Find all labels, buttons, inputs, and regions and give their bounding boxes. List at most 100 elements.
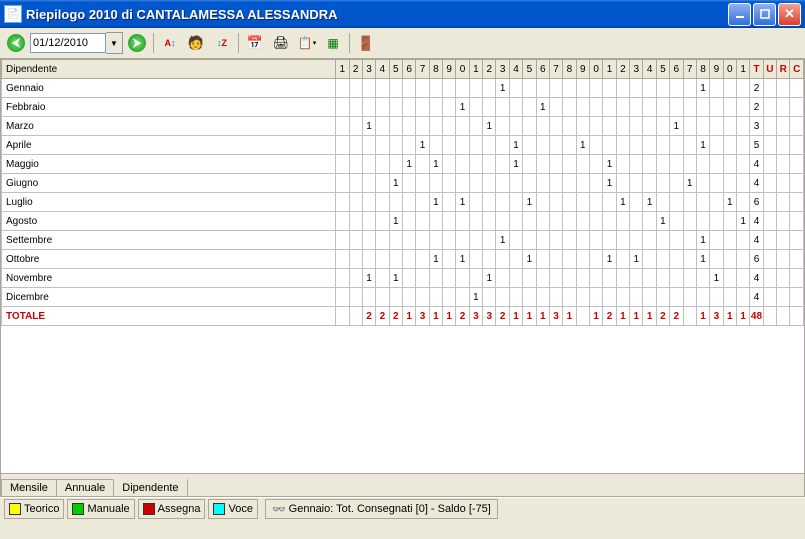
- maximize-button[interactable]: [753, 3, 776, 26]
- grid-scroll[interactable]: Dipendente123456789012345678901234567890…: [1, 59, 804, 474]
- cell-day: [523, 212, 536, 231]
- row-agosto[interactable]: Agosto1114: [2, 212, 804, 231]
- row-aprile[interactable]: Aprile11115: [2, 136, 804, 155]
- col-day[interactable]: 0: [723, 60, 736, 79]
- exit-button[interactable]: 🚪: [354, 31, 378, 55]
- row-giugno[interactable]: Giugno1114: [2, 174, 804, 193]
- col-day[interactable]: 1: [469, 60, 482, 79]
- col-day[interactable]: 0: [456, 60, 469, 79]
- cell-day: [589, 174, 602, 193]
- date-dropdown-button[interactable]: ▼: [106, 32, 123, 54]
- col-day[interactable]: 2: [616, 60, 629, 79]
- col-day[interactable]: 4: [376, 60, 389, 79]
- cell-day: 1: [469, 288, 482, 307]
- col-day[interactable]: 8: [429, 60, 442, 79]
- col-day[interactable]: 7: [683, 60, 696, 79]
- row-dicembre[interactable]: Dicembre14: [2, 288, 804, 307]
- cell-day: [376, 212, 389, 231]
- col-day[interactable]: 6: [536, 60, 549, 79]
- square-red-icon: [143, 503, 155, 515]
- col-day[interactable]: 1: [336, 60, 349, 79]
- row-febbraio[interactable]: Febbraio112: [2, 98, 804, 117]
- user-button[interactable]: 🧑: [184, 31, 208, 55]
- col-day[interactable]: 4: [643, 60, 656, 79]
- cell-day: [496, 288, 509, 307]
- col-C[interactable]: C: [790, 60, 804, 79]
- cell-day: [616, 212, 629, 231]
- minimize-button[interactable]: [728, 3, 751, 26]
- col-day[interactable]: 5: [523, 60, 536, 79]
- row-ottobre[interactable]: Ottobre1111116: [2, 250, 804, 269]
- col-day[interactable]: 2: [483, 60, 496, 79]
- print-button[interactable]: 🖨: [269, 31, 293, 55]
- cell-C: [790, 193, 804, 212]
- row-totale[interactable]: TOTALE22213112332111311211122131148: [2, 307, 804, 326]
- col-U[interactable]: U: [763, 60, 776, 79]
- col-dipendente[interactable]: Dipendente: [2, 60, 336, 79]
- col-day[interactable]: 9: [576, 60, 589, 79]
- col-day[interactable]: 3: [362, 60, 375, 79]
- row-novembre[interactable]: Novembre11114: [2, 269, 804, 288]
- col-day[interactable]: 8: [563, 60, 576, 79]
- col-day[interactable]: 4: [509, 60, 522, 79]
- date-picker[interactable]: ▼: [30, 32, 123, 54]
- col-R[interactable]: R: [777, 60, 790, 79]
- cell-day: [723, 212, 736, 231]
- col-day[interactable]: 1: [736, 60, 749, 79]
- cell-day: [589, 98, 602, 117]
- row-settembre[interactable]: Settembre114: [2, 231, 804, 250]
- col-day[interactable]: 3: [630, 60, 643, 79]
- col-day[interactable]: 5: [389, 60, 402, 79]
- cell-day: 1: [603, 174, 616, 193]
- cell-day: [710, 136, 723, 155]
- cell-day: [576, 231, 589, 250]
- nav-forward-button[interactable]: ⮞: [125, 31, 149, 55]
- col-day[interactable]: 8: [696, 60, 709, 79]
- cell-day: [349, 231, 362, 250]
- cell-day: [523, 79, 536, 98]
- sort-az-button[interactable]: A↕: [158, 31, 182, 55]
- cell-day: [643, 174, 656, 193]
- sort-za-button[interactable]: ↕Z: [210, 31, 234, 55]
- col-day[interactable]: 7: [416, 60, 429, 79]
- col-day[interactable]: 1: [603, 60, 616, 79]
- cell-C: [790, 79, 804, 98]
- cell-day: [402, 250, 415, 269]
- col-day[interactable]: 0: [589, 60, 602, 79]
- row-maggio[interactable]: Maggio11114: [2, 155, 804, 174]
- row-luglio[interactable]: Luglio1111116: [2, 193, 804, 212]
- tab-annuale[interactable]: Annuale: [56, 479, 114, 497]
- cell-day: [402, 212, 415, 231]
- cell-day: 1: [603, 250, 616, 269]
- row-marzo[interactable]: Marzo1113: [2, 117, 804, 136]
- row-gennaio[interactable]: Gennaio112: [2, 79, 804, 98]
- excel-export-button[interactable]: ▦: [321, 31, 345, 55]
- calendar-button[interactable]: 📅: [243, 31, 267, 55]
- cell-day: [723, 136, 736, 155]
- cell-day: [630, 288, 643, 307]
- cell-day: 1: [523, 250, 536, 269]
- col-day[interactable]: 7: [549, 60, 562, 79]
- cell-day: [563, 212, 576, 231]
- cell-day: [683, 231, 696, 250]
- tab-dipendente[interactable]: Dipendente: [113, 479, 187, 497]
- cell-day: [576, 288, 589, 307]
- close-button[interactable]: ✕: [778, 3, 801, 26]
- col-day[interactable]: 5: [656, 60, 669, 79]
- col-day[interactable]: 6: [402, 60, 415, 79]
- cell-day: [616, 117, 629, 136]
- col-T[interactable]: T: [750, 60, 763, 79]
- col-day[interactable]: 6: [670, 60, 683, 79]
- tab-mensile[interactable]: Mensile: [1, 479, 57, 497]
- col-day[interactable]: 2: [349, 60, 362, 79]
- cell-U: [763, 136, 776, 155]
- col-day[interactable]: 3: [496, 60, 509, 79]
- cell-C: [790, 250, 804, 269]
- cell-day: [469, 98, 482, 117]
- copy-button[interactable]: 📋▾: [295, 31, 319, 55]
- cell-day: 1: [563, 307, 576, 326]
- nav-back-button[interactable]: ⮜: [4, 31, 28, 55]
- col-day[interactable]: 9: [443, 60, 456, 79]
- col-day[interactable]: 9: [710, 60, 723, 79]
- date-input[interactable]: [30, 33, 106, 53]
